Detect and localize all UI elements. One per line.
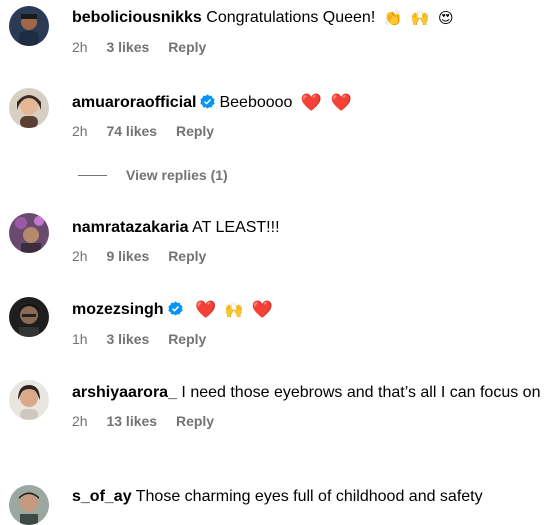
heart-eyes-icon: 😍 [438, 10, 454, 27]
heart-icon: ❤️ [300, 93, 323, 112]
comment-username[interactable]: s_of_ay [72, 488, 132, 505]
comment-time: 2h [72, 413, 88, 429]
comment-likes[interactable]: 13 likes [106, 413, 157, 429]
comment-likes[interactable]: 3 likes [106, 39, 149, 55]
heart-icon: ❤️ [195, 300, 217, 319]
comment-text: I need those eyebrows and that’s all I c… [181, 384, 541, 401]
heart-icon: ❤️ [251, 300, 273, 319]
comment-username[interactable]: mozezsingh [72, 301, 164, 318]
avatar[interactable] [9, 213, 49, 253]
avatar[interactable] [9, 380, 49, 420]
reply-button[interactable]: Reply [176, 123, 214, 139]
avatar[interactable] [9, 6, 49, 46]
comment-username[interactable]: namratazakaria [72, 219, 189, 236]
comment-likes[interactable]: 74 likes [106, 123, 157, 139]
reply-button[interactable]: Reply [176, 413, 214, 429]
verified-badge-icon [168, 301, 183, 316]
comment-username[interactable]: beboliciousnikks [72, 9, 202, 26]
avatar[interactable] [9, 88, 49, 128]
comment-time: 2h [72, 123, 88, 139]
view-replies-label: View replies (1) [126, 167, 228, 183]
comment-text: Those charming eyes full of childhood an… [135, 488, 483, 505]
avatar[interactable] [9, 485, 49, 525]
comment-text: AT LEAST!!! [192, 219, 280, 236]
comment-time: 1h [72, 331, 88, 347]
avatar[interactable] [9, 297, 49, 337]
comment-text: Congratulations Queen! [206, 9, 376, 26]
comment-likes[interactable]: 9 likes [106, 248, 149, 264]
clapping-hands-icon: 👏 [383, 10, 403, 27]
divider [78, 174, 107, 176]
comment-username[interactable]: arshiyaarora_ [72, 384, 177, 401]
comment-username[interactable]: amuaroraofficial [72, 94, 196, 111]
reply-button[interactable]: Reply [168, 39, 206, 55]
comment-likes[interactable]: 3 likes [106, 331, 149, 347]
heart-icon: ❤️ [330, 93, 352, 112]
comment-text: Beeboooo [219, 94, 293, 111]
raising-hands-icon: 🙌 [224, 302, 244, 319]
raising-hands-icon: 🙌 [410, 10, 430, 27]
reply-button[interactable]: Reply [168, 331, 206, 347]
reply-button[interactable]: Reply [168, 248, 206, 264]
verified-badge-icon [200, 94, 216, 109]
comment-time: 2h [72, 248, 88, 264]
comment-time: 2h [72, 39, 88, 55]
view-replies-button[interactable]: View replies (1) [78, 166, 228, 184]
